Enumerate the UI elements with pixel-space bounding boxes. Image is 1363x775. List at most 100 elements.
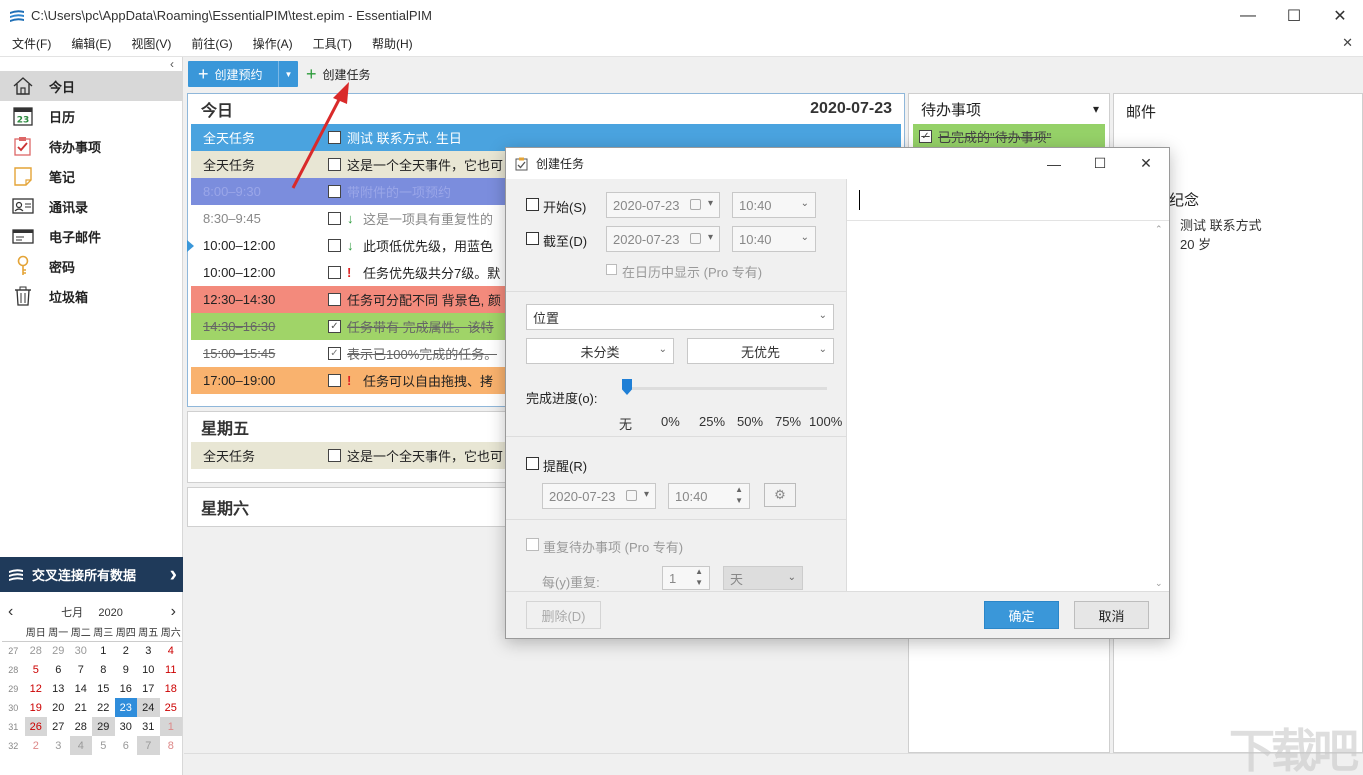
task-title-input[interactable] [847, 179, 1169, 221]
sidebar-item-todo[interactable]: 待办事项 [0, 131, 182, 161]
calendar-day[interactable]: 30 [70, 641, 93, 660]
sidebar-item-notes[interactable]: 笔记 [0, 161, 182, 191]
calendar-day[interactable]: 20 [47, 698, 70, 717]
scroll-up-icon[interactable]: ⌃ [1155, 224, 1163, 235]
maximize-button[interactable]: ☐ [1271, 0, 1317, 31]
show-in-calendar-checkbox[interactable] [606, 264, 617, 275]
ok-button[interactable]: 确定 [984, 601, 1059, 629]
reminder-date-field[interactable]: 2020-07-23 ▾ [542, 483, 656, 509]
calendar-day[interactable]: 4 [69, 736, 92, 755]
delete-button[interactable]: 删除(D) [526, 601, 601, 629]
event-checkbox[interactable] [328, 212, 341, 225]
sidebar-item-passwords[interactable]: 密码 [0, 251, 182, 281]
calendar-day[interactable]: 11 [160, 660, 183, 679]
event-checkbox[interactable]: ✓ [328, 320, 341, 333]
calendar-day[interactable]: 16 [115, 679, 138, 698]
calendar-day[interactable]: 26 [24, 717, 47, 736]
spin-up-icon[interactable]: ▲ [695, 567, 703, 576]
calendar-day[interactable]: 15 [92, 679, 115, 698]
todo-checkbox[interactable]: ✓ [919, 129, 932, 143]
calendar-day[interactable]: 21 [70, 698, 93, 717]
repeat-count-field[interactable]: 1 ▲ ▼ [662, 566, 710, 590]
next-month-button[interactable]: › [171, 603, 176, 621]
calendar-day[interactable]: 6 [47, 660, 70, 679]
sidebar-item-trash[interactable]: 垃圾箱 [0, 281, 182, 311]
calendar-day[interactable]: 25 [160, 698, 183, 717]
calendar-day[interactable]: 7 [137, 736, 160, 755]
dropdown-arrow-icon[interactable]: ▾ [1093, 102, 1099, 116]
repeat-checkbox[interactable] [526, 538, 539, 551]
calendar-day[interactable]: 18 [160, 679, 183, 698]
start-time-field[interactable]: 10:40 ⌄ [732, 192, 816, 218]
spin-down-icon[interactable]: ▼ [695, 578, 703, 587]
scroll-down-icon[interactable]: ⌄ [1155, 578, 1163, 589]
menu-edit[interactable]: 编辑(E) [59, 35, 119, 52]
priority-select[interactable]: 无优先 ⌄ [687, 338, 834, 364]
reminder-checkbox[interactable] [526, 457, 539, 470]
new-appointment-button[interactable]: + 创建预约 ▼ [188, 61, 298, 87]
calendar-day[interactable]: 30 [115, 717, 138, 736]
event-checkbox[interactable] [328, 266, 341, 279]
calendar-day[interactable]: 17 [137, 679, 160, 698]
calendar-day[interactable]: 13 [47, 679, 70, 698]
dialog-minimize-button[interactable]: — [1031, 148, 1077, 179]
menu-close-icon[interactable]: ✕ [1342, 35, 1353, 51]
calendar-day[interactable]: 12 [25, 679, 48, 698]
todo-item[interactable]: ✓ 已完成的"待办事项" [913, 124, 1105, 148]
calendar-day[interactable]: 4 [160, 641, 183, 660]
progress-slider-thumb[interactable] [622, 379, 632, 395]
calendar-day[interactable]: 1 [92, 641, 115, 660]
calendar-day[interactable]: 29 [92, 717, 115, 736]
minimize-button[interactable]: — [1225, 0, 1271, 31]
calendar-day[interactable]: 14 [70, 679, 93, 698]
calendar-day-selected[interactable]: 23 [114, 698, 137, 717]
reminder-time-field[interactable]: 10:40 ▲ ▼ [668, 483, 750, 509]
calendar-day[interactable]: 8 [92, 660, 115, 679]
prev-month-button[interactable]: ‹ [8, 603, 13, 621]
spin-down-icon[interactable]: ▼ [735, 496, 743, 505]
calendar-day[interactable]: 1 [159, 717, 182, 736]
repeat-unit-select[interactable]: 天 ⌄ [723, 566, 803, 590]
calendar-day[interactable]: 24 [137, 698, 160, 717]
notes-scrollbar[interactable]: ⌃ ⌄ [1155, 224, 1167, 589]
calendar-day[interactable]: 28 [25, 641, 48, 660]
sidebar-item-today[interactable]: 今日 [0, 71, 182, 101]
calendar-day[interactable]: 7 [70, 660, 93, 679]
sidebar-collapse-icon[interactable]: ‹ [170, 57, 174, 71]
menu-view[interactable]: 视图(V) [119, 35, 179, 52]
calendar-day[interactable]: 22 [92, 698, 115, 717]
spin-up-icon[interactable]: ▲ [735, 485, 743, 494]
progress-slider-track[interactable] [626, 387, 827, 390]
dialog-maximize-button[interactable]: ☐ [1077, 148, 1123, 179]
calendar-day[interactable]: 3 [47, 736, 70, 755]
start-checkbox[interactable] [526, 198, 539, 211]
dialog-close-button[interactable]: ✕ [1123, 148, 1169, 179]
due-date-field[interactable]: 2020-07-23 ▾ [606, 226, 720, 252]
sidebar-item-email[interactable]: 电子邮件 [0, 221, 182, 251]
calendar-day[interactable]: 19 [25, 698, 48, 717]
task-notes-area[interactable] [847, 222, 1153, 590]
sidebar-item-calendar[interactable]: 23 日历 [0, 101, 182, 131]
calendar-day[interactable]: 8 [160, 736, 183, 755]
start-date-field[interactable]: 2020-07-23 ▾ [606, 192, 720, 218]
anniversary-contact[interactable]: 测试 联系方式 [1180, 215, 1262, 234]
event-checkbox[interactable]: ✓ [328, 347, 341, 360]
location-field[interactable]: 位置 ⌄ [526, 304, 834, 330]
calendar-day[interactable]: 10 [137, 660, 160, 679]
sync-all-data-button[interactable]: 交叉连接所有数据 › [0, 557, 183, 592]
menu-tools[interactable]: 工具(T) [301, 35, 360, 52]
menu-go[interactable]: 前往(G) [179, 35, 240, 52]
due-time-field[interactable]: 10:40 ⌄ [732, 226, 816, 252]
sidebar-item-contacts[interactable]: 通讯录 [0, 191, 182, 221]
due-checkbox[interactable] [526, 232, 539, 245]
calendar-day[interactable]: 28 [70, 717, 93, 736]
calendar-day[interactable]: 5 [25, 660, 48, 679]
menu-actions[interactable]: 操作(A) [241, 35, 301, 52]
calendar-day[interactable]: 27 [47, 717, 70, 736]
event-checkbox[interactable] [328, 374, 341, 387]
event-checkbox[interactable] [328, 293, 341, 306]
calendar-day[interactable]: 5 [92, 736, 115, 755]
reminder-settings-button[interactable]: ⚙ [764, 483, 796, 507]
calendar-day[interactable]: 29 [47, 641, 70, 660]
event-checkbox[interactable] [328, 449, 341, 462]
